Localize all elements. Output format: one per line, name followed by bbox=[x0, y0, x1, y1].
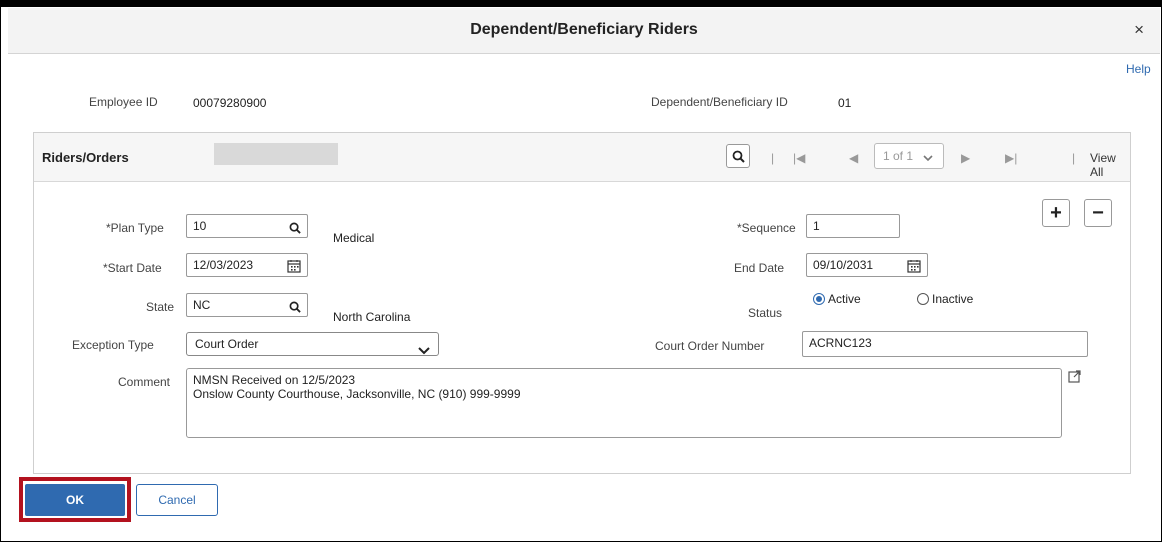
ok-button[interactable]: OK bbox=[25, 484, 125, 516]
state-label: State bbox=[146, 300, 175, 314]
court-order-number-value: ACRNC123 bbox=[809, 336, 872, 350]
next-page-icon[interactable]: ▶ bbox=[961, 151, 970, 165]
plan-type-description: Medical bbox=[333, 231, 375, 245]
status-inactive-label: Inactive bbox=[932, 292, 974, 306]
state-input[interactable]: NC bbox=[186, 293, 308, 317]
search-icon[interactable] bbox=[289, 219, 301, 241]
pager-separator: | bbox=[771, 151, 775, 165]
start-date-value: 12/03/2023 bbox=[193, 258, 254, 272]
status-inactive-radio[interactable] bbox=[917, 293, 929, 305]
status-active-radio[interactable] bbox=[813, 293, 825, 305]
plan-type-value: 10 bbox=[193, 219, 207, 233]
plan-type-label: *Plan Type bbox=[106, 221, 164, 235]
delete-row-button[interactable]: − bbox=[1084, 199, 1112, 227]
cancel-button[interactable]: Cancel bbox=[136, 484, 218, 516]
calendar-icon[interactable] bbox=[287, 258, 301, 280]
help-link[interactable]: Help bbox=[1126, 62, 1151, 76]
view-all-link[interactable]: View All bbox=[1090, 151, 1130, 179]
page-selector-value: 1 of 1 bbox=[883, 149, 914, 163]
first-page-icon[interactable]: |◀ bbox=[793, 151, 805, 165]
exception-type-label: Exception Type bbox=[72, 338, 154, 352]
sequence-label: *Sequence bbox=[737, 221, 796, 235]
top-border bbox=[0, 0, 1162, 7]
court-order-number-label: Court Order Number bbox=[655, 339, 765, 353]
comment-textarea[interactable] bbox=[186, 368, 1062, 438]
start-date-label: *Start Date bbox=[103, 261, 162, 275]
exception-type-select[interactable]: Court Order bbox=[186, 332, 439, 356]
panel-header: Riders/Orders | |◀ ◀ 1 of 1 ▶ ▶| | View … bbox=[34, 133, 1130, 182]
search-icon[interactable] bbox=[726, 144, 750, 168]
redacted-bar bbox=[214, 143, 338, 165]
end-date-label: End Date bbox=[734, 261, 785, 275]
dialog-titlebar: Dependent/Beneficiary Riders × bbox=[8, 8, 1160, 54]
expand-icon[interactable] bbox=[1068, 369, 1082, 388]
end-date-value: 09/10/2031 bbox=[813, 258, 874, 272]
chevron-down-icon bbox=[923, 151, 933, 165]
status-label: Status bbox=[748, 306, 783, 320]
end-date-input[interactable]: 09/10/2031 bbox=[806, 253, 928, 277]
chevron-down-icon bbox=[418, 340, 430, 362]
employee-id-value: 00079280900 bbox=[193, 96, 267, 110]
close-icon[interactable]: × bbox=[1134, 20, 1144, 40]
pager-separator-2: | bbox=[1072, 151, 1076, 165]
start-date-input[interactable]: 12/03/2023 bbox=[186, 253, 308, 277]
state-value: NC bbox=[193, 298, 211, 312]
plan-type-input[interactable]: 10 bbox=[186, 214, 308, 238]
prev-page-icon[interactable]: ◀ bbox=[849, 151, 858, 165]
court-order-number-input[interactable]: ACRNC123 bbox=[802, 331, 1088, 357]
sequence-value: 1 bbox=[813, 219, 820, 233]
employee-id-label: Employee ID bbox=[89, 95, 158, 109]
status-active-label: Active bbox=[828, 292, 861, 306]
dialog-title: Dependent/Beneficiary Riders bbox=[470, 21, 698, 38]
state-description: North Carolina bbox=[333, 310, 411, 324]
last-page-icon[interactable]: ▶| bbox=[1005, 151, 1017, 165]
page-selector[interactable]: 1 of 1 bbox=[874, 143, 944, 169]
calendar-icon[interactable] bbox=[907, 258, 921, 280]
add-row-button[interactable]: + bbox=[1042, 199, 1070, 227]
dependent-id-label: Dependent/Beneficiary ID bbox=[651, 95, 788, 109]
comment-label: Comment bbox=[118, 375, 171, 389]
panel-title: Riders/Orders bbox=[42, 150, 129, 165]
dependent-id-value: 01 bbox=[838, 96, 852, 110]
exception-type-value: Court Order bbox=[195, 337, 259, 351]
search-icon[interactable] bbox=[289, 298, 301, 320]
sequence-input[interactable]: 1 bbox=[806, 214, 900, 238]
